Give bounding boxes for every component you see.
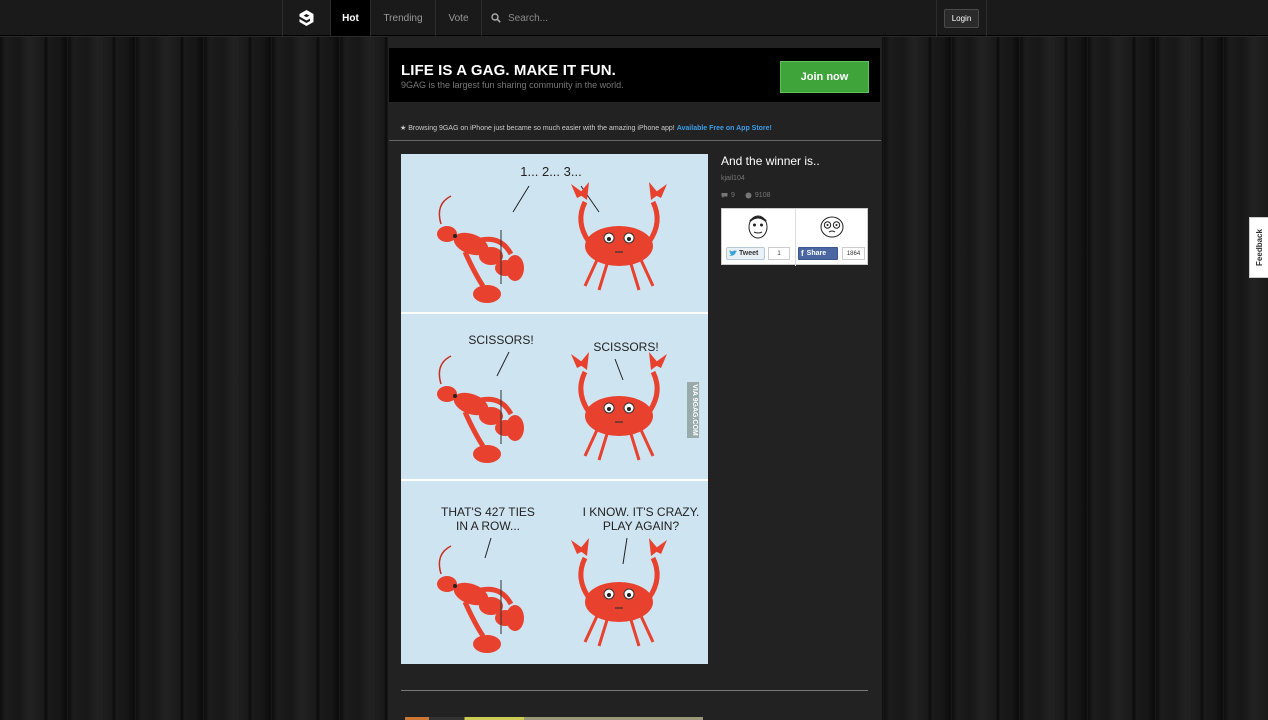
panel3-crab-line2: PLAY AGAIN? — [603, 519, 680, 533]
panel2-crab-speech: SCISSORS! — [593, 340, 658, 354]
post-author[interactable]: kjail104 — [721, 175, 745, 182]
facebook-share-button[interactable]: f Share — [798, 247, 838, 260]
watermark: VIA 9GAG.COM — [691, 384, 698, 436]
promo-title: LIFE IS A GAG. MAKE IT FUN. — [401, 62, 616, 79]
me-gusta-face-icon — [820, 216, 844, 238]
facebook-share-count: 1864 — [842, 247, 865, 260]
9gag-logo-icon — [299, 10, 314, 26]
twitter-bird-icon — [729, 250, 737, 256]
panel3-lobster-line2: IN A ROW... — [456, 519, 520, 533]
search-box[interactable]: Search... — [482, 0, 652, 36]
iphone-app-notice: ★ Browsing 9GAG on iPhone just became so… — [400, 124, 772, 132]
tweet-column: Tweet 1 — [722, 209, 795, 266]
post-image[interactable]: 1... 2... 3... SCISSORS! SCISSORS! VIA 9… — [401, 154, 708, 664]
comment-count: 9 — [731, 192, 735, 199]
post-title[interactable]: And the winner is.. — [721, 154, 820, 168]
facebook-icon: f — [801, 249, 804, 258]
share-box: Tweet 1 f Share 1864 — [721, 208, 868, 266]
points-count: 9108 — [754, 192, 771, 199]
tweet-count: 1 — [768, 247, 790, 260]
tab-vote[interactable]: Vote — [436, 0, 482, 36]
points-icon — [745, 192, 752, 199]
panel1-speech: 1... 2... 3... — [520, 164, 581, 179]
panel2-lobster-speech: SCISSORS! — [468, 333, 533, 347]
join-now-button[interactable]: Join now — [780, 61, 869, 93]
crab-lobster-comic: 1... 2... 3... SCISSORS! SCISSORS! VIA 9… — [401, 154, 708, 664]
panel3-crab-line1: I KNOW. IT'S CRAZY. — [583, 505, 700, 519]
search-icon — [491, 13, 501, 23]
post-divider — [401, 690, 868, 691]
main-column: LIFE IS A GAG. MAKE IT FUN. 9GAG is the … — [388, 36, 882, 720]
top-navbar: Hot Trending Vote Search... Login — [0, 0, 1268, 36]
feedback-tab[interactable]: Feedback — [1249, 217, 1268, 278]
tweet-button[interactable]: Tweet — [726, 247, 765, 260]
post-stats: 9 9108 — [721, 192, 770, 199]
search-input[interactable]: Search... — [508, 13, 548, 24]
facebook-share-label: Share — [806, 250, 827, 257]
rage-face-icon — [748, 215, 768, 239]
app-store-link[interactable]: Available Free on App Store! — [677, 125, 772, 132]
tab-hot[interactable]: Hot — [331, 0, 371, 36]
tweet-label: Tweet — [739, 250, 759, 257]
login-button[interactable]: Login — [943, 8, 980, 28]
notice-text: ★ Browsing 9GAG on iPhone just became so… — [400, 125, 675, 132]
9gag-logo[interactable] — [283, 0, 331, 36]
facebook-column: f Share 1864 — [795, 209, 868, 266]
panel3-lobster-line1: THAT'S 427 TIES — [441, 505, 535, 519]
nav-container: Hot Trending Vote Search... Login — [282, 0, 987, 36]
divider — [389, 140, 881, 141]
promo-subtitle: 9GAG is the largest fun sharing communit… — [401, 80, 624, 90]
tab-trending[interactable]: Trending — [371, 0, 436, 36]
feedback-label: Feedback — [1254, 229, 1264, 266]
signup-promo-banner: LIFE IS A GAG. MAKE IT FUN. 9GAG is the … — [389, 48, 880, 102]
comment-icon — [721, 193, 728, 198]
